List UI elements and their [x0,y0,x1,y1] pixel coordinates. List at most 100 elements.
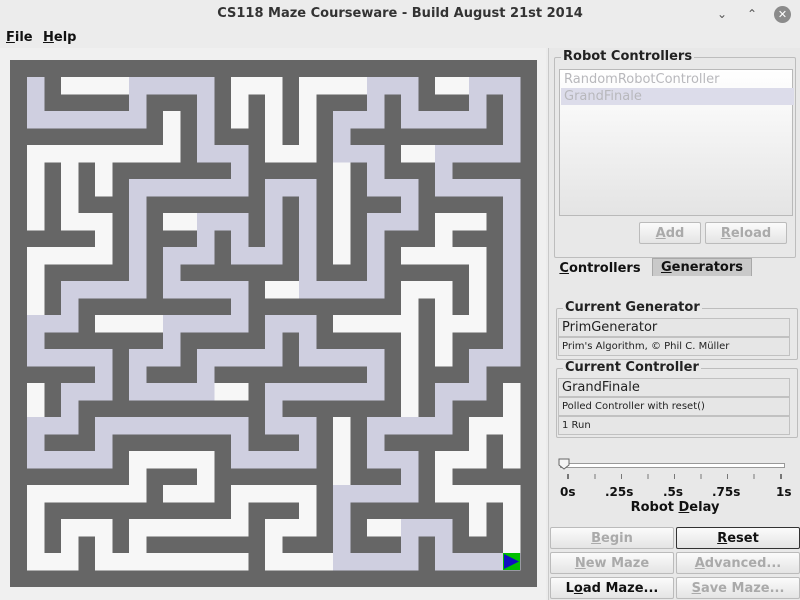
robot-trail-cell [27,434,45,452]
robot-trail-cell [350,383,368,401]
menu-file[interactable]: File [6,30,33,45]
maze-path-cell [231,111,249,129]
tab-generators[interactable]: Generators [652,258,752,276]
tick-label-025: .25s [605,485,634,499]
delay-ticks [567,474,782,479]
maze-path-cell [452,77,470,95]
maze-path-cell [418,247,436,265]
maze-path-cell [27,485,45,503]
robot-trail-cell [367,434,385,452]
robot-trail-cell [95,417,113,435]
maze-path-cell [333,434,351,452]
controller-description-field: Polled Controller with reset() [558,397,790,416]
maze-path-cell [27,213,45,231]
maze-path-cell [265,281,283,299]
robot-trail-cell [299,264,317,282]
delay-slider-track[interactable] [560,463,785,468]
robot-trail-cell [248,451,266,469]
begin-button[interactable]: Begin [550,527,674,549]
load-maze-button[interactable]: Load Maze... [550,577,674,599]
maze-path-cell [503,451,521,469]
reset-button[interactable]: Reset [676,527,800,549]
save-maze-button[interactable]: Save Maze... [676,577,800,599]
robot-delay-label-mnemonic: D [678,500,690,515]
robot-trail-cell [44,111,62,129]
robot-trail-cell [61,451,79,469]
robot-trail-cell [435,400,453,418]
robot-trail-cell [469,349,487,367]
robot-trail-cell [163,332,181,350]
maze-path-cell [44,553,62,571]
maze-path-cell [95,315,113,333]
robot-trail-cell [248,349,266,367]
maze-path-cell [333,230,351,248]
robot-trail-cell [231,162,249,180]
new-maze-button-mnemonic: N [574,556,586,571]
robot-trail-cell [197,417,215,435]
list-item-grand-finale[interactable]: GrandFinale [561,88,794,105]
robot-trail-cell [299,213,317,231]
robot-trail-cell [214,281,232,299]
robot-trail-cell [299,179,317,197]
maze-path-cell [469,247,487,265]
robot-trail-cell [129,417,147,435]
advanced-button[interactable]: Advanced... [676,552,800,574]
maximize-icon[interactable]: ⌃ [744,6,760,22]
maze-path-cell [367,519,385,537]
minimize-icon[interactable]: ⌄ [714,6,730,22]
robot-trail-cell [282,179,300,197]
maze-path-cell [282,519,300,537]
robot-trail-cell [435,111,453,129]
robot-trail-cell [61,349,79,367]
robot-trail-cell [214,349,232,367]
robot-trail-cell [350,553,368,571]
robot-trail-cell [197,128,215,146]
robot-trail-cell [367,417,385,435]
robot-trail-cell [503,281,521,299]
maze-path-cell [299,128,317,146]
maze-path-cell [282,553,300,571]
maze-path-cell [384,519,402,537]
maze-path-cell [231,77,249,95]
maze-path-cell [299,111,317,129]
robot-trail-cell [350,349,368,367]
robot-trail-cell [452,383,470,401]
robot-trail-cell [265,315,283,333]
slider-thumb-icon [558,458,570,470]
robot-trail-cell [129,383,147,401]
robot-trail-cell [129,247,147,265]
new-maze-button[interactable]: New Maze [550,552,674,574]
robot-trail-cell [401,536,419,554]
add-button[interactable]: Add [639,222,701,244]
reload-button[interactable]: Reload [705,222,787,244]
robot-trail-cell [197,94,215,112]
maze-path-cell [503,519,521,537]
robot-trail-cell [367,451,385,469]
robot-trail-cell [95,281,113,299]
robot-trail-cell [367,213,385,231]
robot-delay-label: Robot Delay [549,500,800,515]
robot-trail-cell [367,247,385,265]
robot-trail-cell [469,111,487,129]
maze-path-cell [44,485,62,503]
close-icon[interactable]: ✕ [774,6,791,23]
robot-trail-cell [197,281,215,299]
tab-controllers[interactable]: Controllers [551,260,649,278]
robot-trail-cell [333,281,351,299]
menu-help[interactable]: Help [43,30,76,45]
maze-path-cell [435,315,453,333]
maze-path-cell [469,281,487,299]
maze-canvas[interactable] [10,60,537,587]
robot-trail-cell [129,196,147,214]
maze-path-cell [503,383,521,401]
list-item-random-robot-controller[interactable]: RandomRobotController [561,71,794,88]
maze-path-cell [333,162,351,180]
robot-trail-cell [231,434,249,452]
tab-generators-mnemonic: G [660,260,672,275]
maze-path-cell [197,553,215,571]
delay-slider-thumb[interactable] [558,458,570,470]
robot-controller-list[interactable]: RandomRobotController GrandFinale [559,69,794,216]
advanced-button-label: dvanced... [704,556,782,571]
robot-trail-cell [384,213,402,231]
maze-path-cell [401,298,419,316]
